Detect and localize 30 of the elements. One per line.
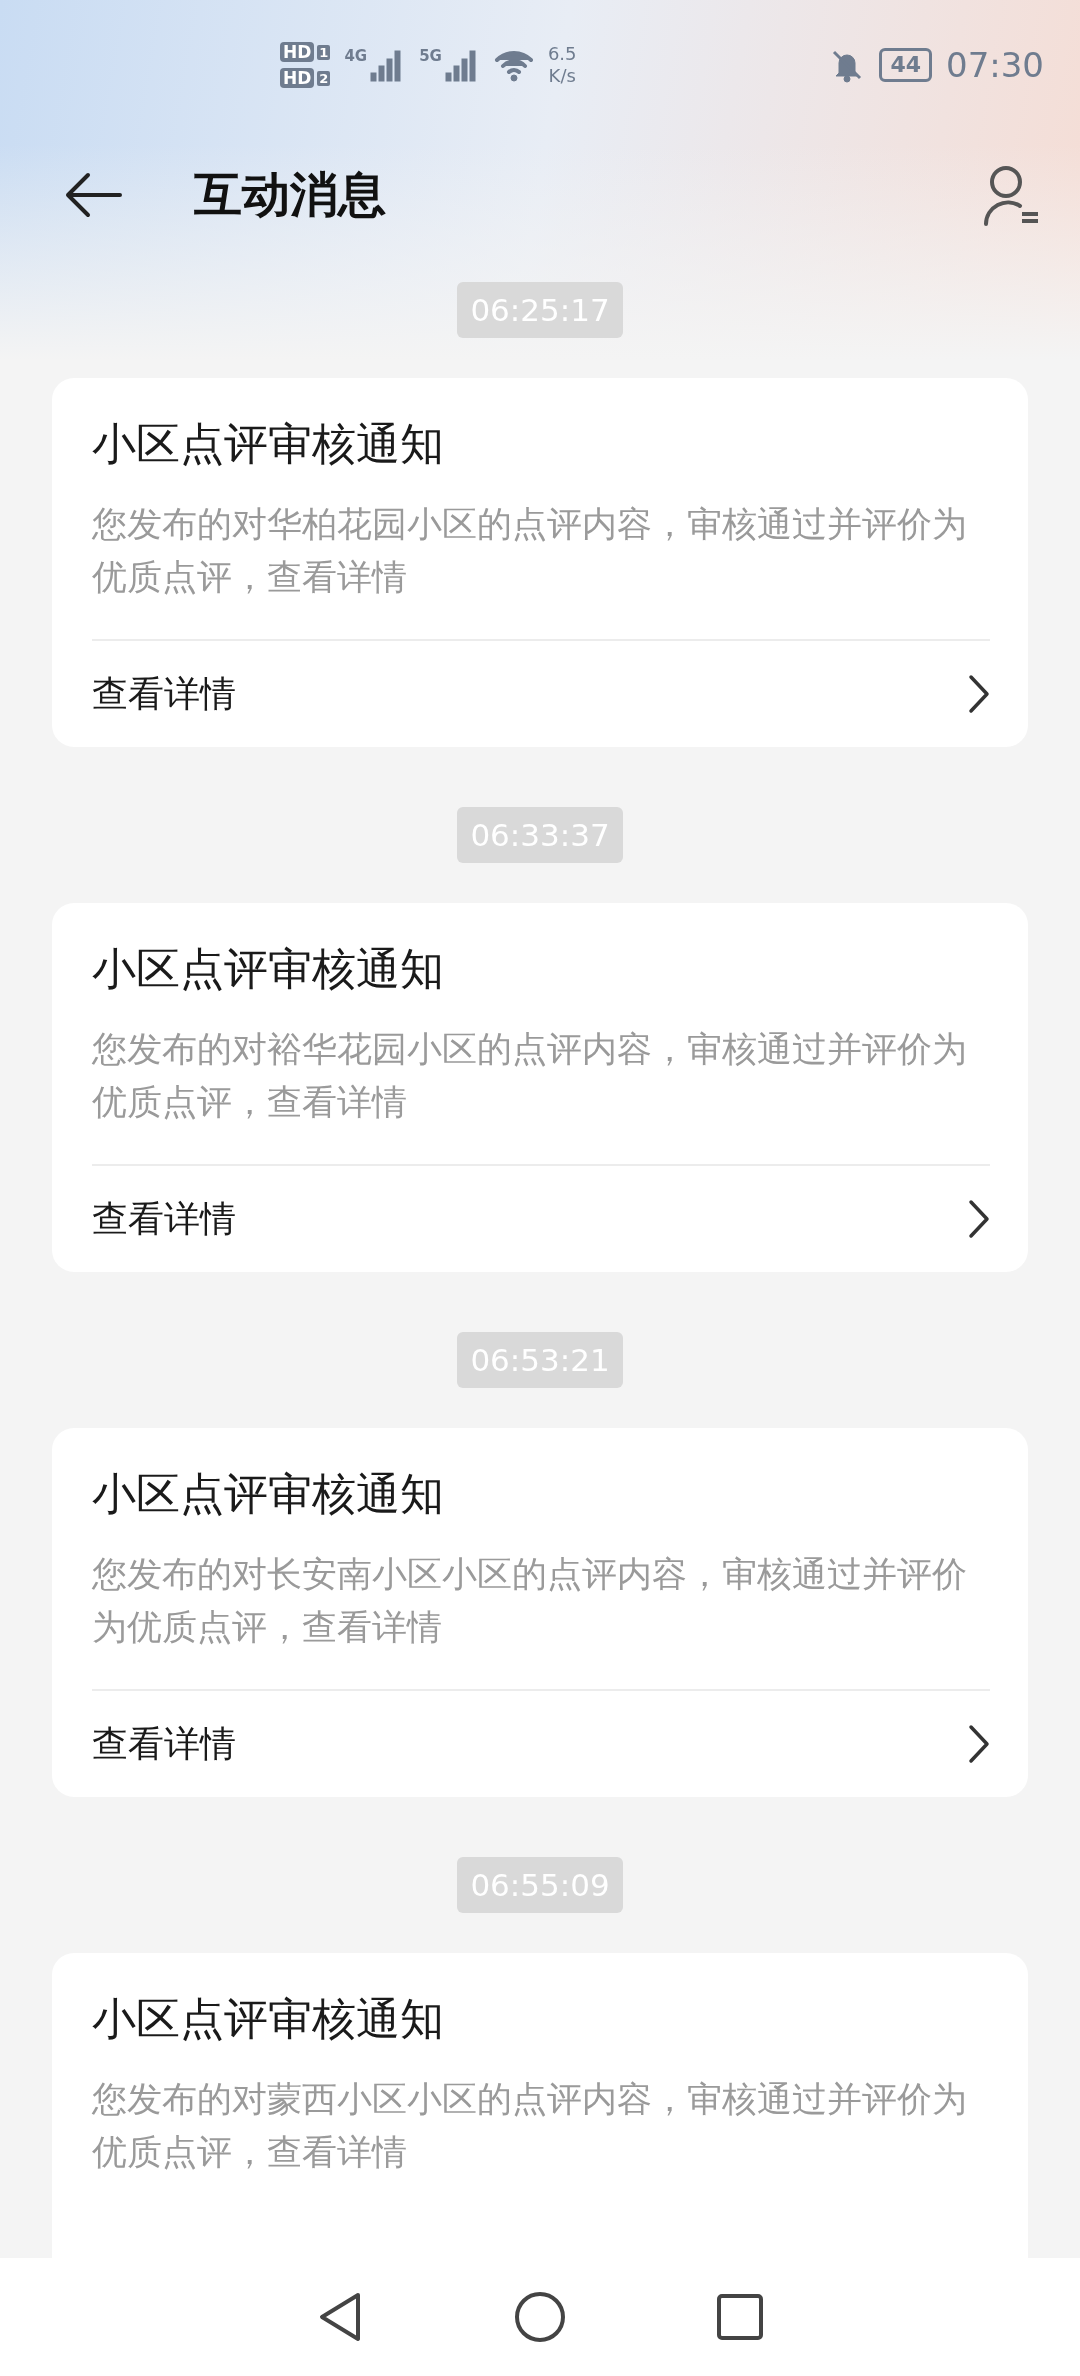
network-type: 4G [344, 47, 368, 65]
message-title: 小区点评审核通知 [92, 942, 445, 996]
speed-unit: K/s [548, 65, 576, 87]
sim-label: HD [280, 42, 315, 62]
sim-number: 1 [317, 44, 331, 60]
view-details-link[interactable]: 查看详情 [92, 669, 236, 719]
chevron-right-icon[interactable] [968, 1724, 990, 1764]
view-details-link[interactable]: 查看详情 [92, 1194, 236, 1244]
chevron-right-icon[interactable] [968, 1199, 990, 1239]
message-text: 您发布的对裕华花园小区的点评内容，审核通过并评价为优质点评，查看详情 [92, 1028, 968, 1124]
home-circle-icon[interactable] [514, 2291, 566, 2343]
message-text: 您发布的对长安南小区小区的点评内容，审核通过并评价为优质点评，查看详情 [92, 1553, 968, 1649]
message-title: 小区点评审核通知 [92, 1992, 445, 2046]
message-title: 小区点评审核通知 [92, 417, 445, 471]
network-type: 5G [419, 47, 442, 65]
sim-label: HD [280, 68, 315, 88]
person-list-icon[interactable] [982, 164, 1040, 226]
wifi-icon [493, 48, 534, 82]
clock-time: 07:30 [946, 45, 1044, 85]
message-title: 小区点评审核通知 [92, 1467, 445, 1521]
page-title: 互动消息 [194, 165, 387, 224]
sim-number: 2 [317, 70, 331, 86]
network-speed: 6.5 [547, 43, 577, 65]
back-icon[interactable] [64, 172, 124, 218]
chevron-right-icon[interactable] [968, 674, 990, 714]
message-text: 您发布的对华柏花园小区的点评内容，审核通过并评价为优质点评，查看详情 [92, 503, 968, 599]
square-icon[interactable] [716, 2293, 764, 2341]
view-details-link[interactable]: 查看详情 [92, 1719, 236, 1769]
battery-level: 44 [879, 48, 932, 82]
message-text: 您发布的对蒙西小区小区的点评内容，审核通过并评价为优质点评，查看详情 [92, 2078, 968, 2174]
